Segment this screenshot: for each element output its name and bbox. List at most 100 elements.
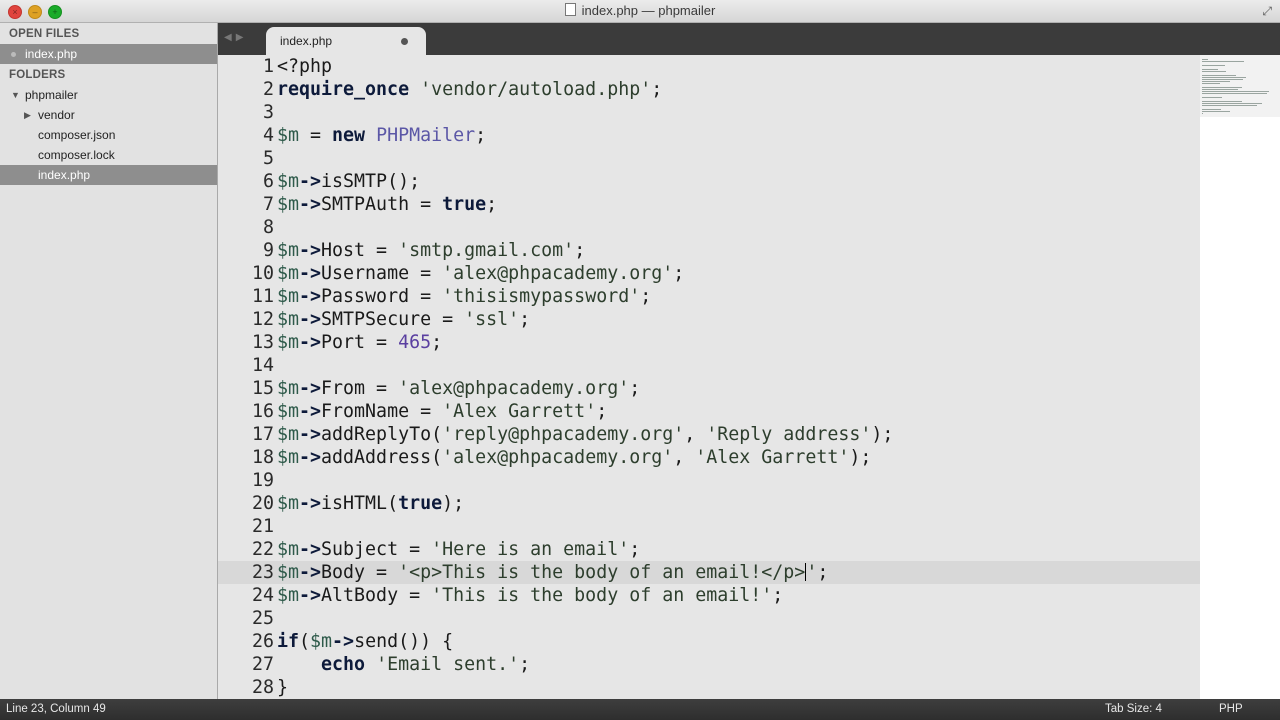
- line-number: 17: [251, 424, 274, 445]
- tab-index-php[interactable]: index.php: [266, 27, 426, 55]
- code-text[interactable]: }: [277, 676, 288, 699]
- code-line[interactable]: 24 $m->AltBody = 'This is the body of an …: [218, 584, 1200, 607]
- line-number: 11: [251, 286, 274, 307]
- minimap-line: [1202, 75, 1236, 76]
- code-text[interactable]: $m->SMTPSecure = 'ssl';: [277, 308, 530, 331]
- code-line[interactable]: 12 $m->SMTPSecure = 'ssl';: [218, 308, 1200, 331]
- line-number: 10: [251, 263, 274, 284]
- code-text[interactable]: require_once 'vendor/autoload.php';: [277, 78, 662, 101]
- line-number: 26: [251, 631, 274, 652]
- line-number: 12: [251, 309, 274, 330]
- sidebar-item-index-php[interactable]: index.php: [0, 165, 217, 185]
- minimap-line: [1202, 89, 1238, 90]
- fullscreen-icon[interactable]: ⤢: [1262, 4, 1272, 19]
- close-file-icon[interactable]: [11, 52, 16, 57]
- sidebar-item-phpmailer[interactable]: ▼ phpmailer: [0, 85, 217, 105]
- unsaved-dot-icon[interactable]: [401, 38, 408, 45]
- code-editor[interactable]: 1 <?php 2 require_once 'vendor/autoload.php…: [218, 55, 1200, 699]
- code-text[interactable]: $m->AltBody = 'This is the body of an em…: [277, 584, 783, 607]
- minimap-line: [1202, 81, 1230, 82]
- open-file-label: index.php: [25, 47, 78, 61]
- minimap-line: [1202, 77, 1246, 78]
- minimap-line: [1202, 79, 1243, 80]
- line-number: 7: [262, 194, 274, 215]
- line-number: 2: [262, 79, 274, 100]
- code-text[interactable]: $m->Body = '<p>This is the body of an em…: [277, 561, 828, 584]
- code-text[interactable]: echo 'Email sent.';: [277, 653, 530, 676]
- code-line[interactable]: 20 $m->isHTML(true);: [218, 492, 1200, 515]
- minimap[interactable]: [1200, 55, 1280, 699]
- code-line[interactable]: 11 $m->Password = 'thisismypassword';: [218, 285, 1200, 308]
- code-line[interactable]: 8: [218, 216, 1200, 239]
- syntax-selector[interactable]: PHP: [1219, 703, 1243, 715]
- line-number: 24: [251, 585, 274, 606]
- disclosure-expanded-icon[interactable]: ▼: [11, 85, 20, 105]
- window-title-container: index.php — phpmailer: [0, 3, 1280, 18]
- line-number: 3: [262, 102, 274, 123]
- tab-bar: ◀▶ index.php: [218, 23, 1280, 55]
- minimap-line: [1202, 83, 1220, 84]
- tab-size-selector[interactable]: Tab Size: 4: [1105, 703, 1162, 715]
- tab-label: index.php: [280, 34, 333, 48]
- code-line[interactable]: 9 $m->Host = 'smtp.gmail.com';: [218, 239, 1200, 262]
- code-line[interactable]: 4 $m = new PHPMailer;: [218, 124, 1200, 147]
- tab-scroll-arrows-icon[interactable]: ◀▶: [224, 32, 247, 43]
- code-text[interactable]: <?php: [277, 55, 332, 78]
- sidebar: OPEN FILES index.php FOLDERS ▼ phpmailer…: [0, 23, 218, 699]
- code-line[interactable]: 6 $m->isSMTP();: [218, 170, 1200, 193]
- disclosure-collapsed-icon[interactable]: ▶: [24, 105, 31, 125]
- code-text[interactable]: $m->From = 'alex@phpacademy.org';: [277, 377, 640, 400]
- folder-label: phpmailer: [25, 88, 78, 102]
- sidebar-item-vendor[interactable]: ▶ vendor: [0, 105, 217, 125]
- code-line[interactable]: 25: [218, 607, 1200, 630]
- code-text[interactable]: $m->SMTPAuth = true;: [277, 193, 497, 216]
- code-text[interactable]: $m->Password = 'thisismypassword';: [277, 285, 651, 308]
- code-line[interactable]: 2 require_once 'vendor/autoload.php';: [218, 78, 1200, 101]
- code-line[interactable]: 26 if($m->send()) {: [218, 630, 1200, 653]
- minimap-line: [1202, 103, 1262, 104]
- code-line[interactable]: 15 $m->From = 'alex@phpacademy.org';: [218, 377, 1200, 400]
- line-number: 15: [251, 378, 274, 399]
- code-text[interactable]: $m->isHTML(true);: [277, 492, 464, 515]
- code-text[interactable]: $m->Subject = 'Here is an email';: [277, 538, 640, 561]
- code-line[interactable]: 19: [218, 469, 1200, 492]
- line-number: 4: [262, 125, 274, 146]
- minimap-line: [1202, 65, 1225, 66]
- document-icon: [564, 3, 576, 16]
- code-line[interactable]: 16 $m->FromName = 'Alex Garrett';: [218, 400, 1200, 423]
- code-line[interactable]: 5: [218, 147, 1200, 170]
- minimap-line: [1202, 87, 1242, 88]
- line-number: 28: [251, 677, 274, 698]
- minimap-line: [1202, 109, 1221, 110]
- line-number: 21: [251, 516, 274, 537]
- code-line[interactable]: 14: [218, 354, 1200, 377]
- code-text[interactable]: $m->Username = 'alex@phpacademy.org';: [277, 262, 684, 285]
- code-text[interactable]: if($m->send()) {: [277, 630, 453, 653]
- code-text[interactable]: $m->Port = 465;: [277, 331, 442, 354]
- folders-header: FOLDERS: [9, 69, 66, 81]
- code-line[interactable]: 13 $m->Port = 465;: [218, 331, 1200, 354]
- code-line[interactable]: 17 $m->addReplyTo('reply@phpacademy.org',…: [218, 423, 1200, 446]
- code-line[interactable]: 22 $m->Subject = 'Here is an email';: [218, 538, 1200, 561]
- code-text[interactable]: $m = new PHPMailer;: [277, 124, 486, 147]
- line-number: 27: [251, 654, 274, 675]
- open-file-item[interactable]: index.php: [0, 44, 217, 64]
- code-line[interactable]: 1 <?php: [218, 55, 1200, 78]
- cursor-position: Line 23, Column 49: [6, 703, 106, 715]
- code-line[interactable]: 10 $m->Username = 'alex@phpacademy.org';: [218, 262, 1200, 285]
- code-line[interactable]: 21: [218, 515, 1200, 538]
- code-text[interactable]: $m->Host = 'smtp.gmail.com';: [277, 239, 585, 262]
- code-line[interactable]: 23 $m->Body = '<p>This is the body of an …: [218, 561, 1200, 584]
- code-line[interactable]: 3: [218, 101, 1200, 124]
- file-label: composer.json: [38, 128, 116, 142]
- code-line[interactable]: 7 $m->SMTPAuth = true;: [218, 193, 1200, 216]
- sidebar-item-composer-json[interactable]: composer.json: [0, 125, 217, 145]
- code-text[interactable]: $m->addAddress('alex@phpacademy.org', 'A…: [277, 446, 871, 469]
- code-text[interactable]: $m->FromName = 'Alex Garrett';: [277, 400, 607, 423]
- code-line[interactable]: 28}: [218, 676, 1200, 699]
- code-text[interactable]: $m->isSMTP();: [277, 170, 420, 193]
- code-text[interactable]: $m->addReplyTo('reply@phpacademy.org', '…: [277, 423, 893, 446]
- code-line[interactable]: 18 $m->addAddress('alex@phpacademy.org', …: [218, 446, 1200, 469]
- code-line[interactable]: 27 echo 'Email sent.';: [218, 653, 1200, 676]
- sidebar-item-composer-lock[interactable]: composer.lock: [0, 145, 217, 165]
